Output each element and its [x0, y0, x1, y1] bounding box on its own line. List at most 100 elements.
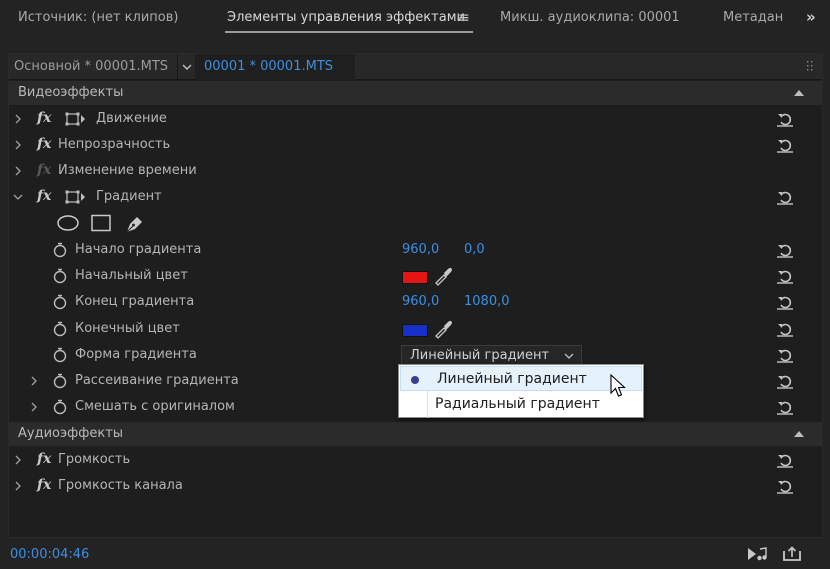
effect-name: Движение [96, 111, 167, 126]
reset-icon[interactable] [776, 452, 794, 468]
fx-icon[interactable]: fx [37, 110, 51, 126]
reset-icon[interactable] [776, 242, 794, 258]
color-swatch-end[interactable] [402, 324, 428, 337]
chevron-down-icon[interactable] [179, 57, 195, 77]
fx-icon[interactable]: fx [37, 451, 51, 467]
tab-audio-mixer[interactable]: Микш. аудиоклипа: 00001 [500, 10, 680, 25]
section-title: Аудиоэффекты [18, 426, 124, 441]
reset-icon[interactable] [776, 268, 794, 284]
grip-icon[interactable] [806, 61, 814, 71]
collapse-up-icon[interactable] [794, 431, 804, 437]
param-value-y[interactable]: 0,0 [464, 242, 485, 257]
master-clip-label[interactable]: Основной * 00001.MTS [14, 59, 168, 74]
fx-icon[interactable]: fx [37, 188, 51, 204]
reset-icon[interactable] [776, 347, 794, 363]
reset-icon[interactable] [776, 373, 794, 389]
active-tab-indicator [225, 31, 473, 33]
effect-controls-panel: Основной * 00001.MTS 00001 * 00001.MTS В… [8, 53, 823, 538]
color-swatch-start[interactable] [402, 271, 428, 284]
stopwatch-icon[interactable] [53, 373, 67, 389]
panel-menu-icon[interactable]: ≡ [458, 10, 470, 26]
param-row-start-color[interactable]: Начальный цвет [9, 263, 822, 289]
dropdown-option-radial[interactable]: Радиальный градиент [399, 392, 643, 418]
reset-icon[interactable] [776, 294, 794, 310]
effect-row-opacity[interactable]: fx Непрозрачность [9, 132, 822, 158]
option-label: Радиальный градиент [435, 396, 600, 412]
effect-row-gradient[interactable]: fx Градиент [9, 184, 822, 210]
chevron-down-icon[interactable] [13, 191, 23, 203]
reset-icon[interactable] [776, 137, 794, 153]
effect-row-volume[interactable]: fx Громкость [9, 447, 822, 473]
ellipse-mask-icon[interactable] [56, 214, 80, 232]
export-icon[interactable] [782, 546, 802, 562]
effect-name: Громкость [58, 452, 131, 467]
effect-name: Градиент [96, 189, 162, 204]
param-value-y[interactable]: 1080,0 [464, 294, 510, 309]
param-value-x[interactable]: 960,0 [402, 294, 439, 309]
chevron-right-icon[interactable] [13, 139, 23, 151]
chevron-right-icon[interactable] [13, 454, 23, 466]
audio-effects-header[interactable]: Аудиоэффекты [9, 422, 822, 446]
stopwatch-icon[interactable] [53, 294, 67, 310]
select-value: Линейный градиент [410, 348, 550, 363]
param-row-gradient-end[interactable]: Конец градиента 960,0 1080,0 [9, 289, 822, 315]
stopwatch-icon[interactable] [53, 399, 67, 415]
play-audio-icon[interactable] [747, 546, 769, 562]
eyedropper-icon[interactable] [433, 266, 453, 286]
gradient-shape-dropdown: Линейный градиент Радиальный градиент [398, 364, 644, 418]
chevron-right-icon[interactable] [13, 165, 23, 177]
effect-name: Изменение времени [58, 163, 197, 178]
fx-icon[interactable]: fx [37, 477, 51, 493]
clip-selector-bar: Основной * 00001.MTS 00001 * 00001.MTS [9, 54, 822, 80]
gradient-shape-select[interactable]: Линейный градиент [401, 345, 582, 366]
reset-icon[interactable] [776, 478, 794, 494]
reset-icon[interactable] [776, 189, 794, 205]
param-label: Форма градиента [75, 347, 197, 362]
mouse-cursor-icon [610, 374, 626, 397]
effect-row-motion[interactable]: fx Движение [9, 106, 822, 132]
stopwatch-icon[interactable] [53, 321, 67, 337]
current-clip-tab[interactable]: 00001 * 00001.MTS [195, 54, 355, 80]
param-label: Конец градиента [75, 294, 195, 309]
more-tabs-icon[interactable]: » [806, 8, 816, 26]
param-row-gradient-start[interactable]: Начало градиента 960,0 0,0 [9, 237, 822, 263]
effect-row-channel-volume[interactable]: fx Громкость канала [9, 473, 822, 499]
reset-icon[interactable] [776, 399, 794, 415]
effect-row-time-remap[interactable]: fx Изменение времени [9, 158, 822, 184]
stopwatch-icon[interactable] [53, 268, 67, 284]
effect-name: Непрозрачность [58, 137, 171, 152]
divider [177, 54, 178, 80]
eyedropper-icon[interactable] [433, 319, 453, 339]
chevron-right-icon[interactable] [29, 375, 39, 387]
section-title: Видеоэффекты [18, 85, 124, 100]
panel-footer: 00:00:04:46 [0, 540, 830, 569]
panel-tab-bar: Источник: (нет клипов) Элементы управлен… [0, 0, 830, 40]
selected-radio-dot-icon [411, 376, 419, 384]
video-effects-header[interactable]: Видеоэффекты [9, 81, 822, 105]
reset-icon[interactable] [776, 321, 794, 337]
tab-source[interactable]: Источник: (нет клипов) [18, 10, 178, 25]
tab-metadata[interactable]: Метадан [723, 10, 783, 25]
param-row-end-color[interactable]: Конечный цвет [9, 316, 822, 342]
stopwatch-icon[interactable] [53, 242, 67, 258]
dropdown-option-linear[interactable]: Линейный градиент [400, 366, 642, 391]
chevron-right-icon[interactable] [13, 480, 23, 492]
transform-icon[interactable] [64, 189, 86, 205]
pen-mask-icon[interactable] [123, 214, 145, 234]
mask-tools [9, 210, 822, 236]
param-value-x[interactable]: 960,0 [402, 242, 439, 257]
chevron-right-icon[interactable] [29, 401, 39, 413]
timecode[interactable]: 00:00:04:46 [10, 547, 89, 562]
chevron-right-icon[interactable] [13, 113, 23, 125]
param-label: Начальный цвет [75, 268, 188, 283]
param-label: Смешать с оригиналом [75, 399, 235, 414]
transform-icon[interactable] [64, 111, 86, 127]
tab-effect-controls[interactable]: Элементы управления эффектами [227, 10, 465, 25]
collapse-up-icon[interactable] [794, 90, 804, 96]
param-label: Рассеивание градиента [75, 373, 239, 388]
rectangle-mask-icon[interactable] [91, 214, 111, 232]
fx-icon[interactable]: fx [37, 136, 51, 152]
chevron-down-icon[interactable] [563, 350, 575, 362]
reset-icon[interactable] [776, 111, 794, 127]
stopwatch-icon[interactable] [53, 347, 67, 363]
